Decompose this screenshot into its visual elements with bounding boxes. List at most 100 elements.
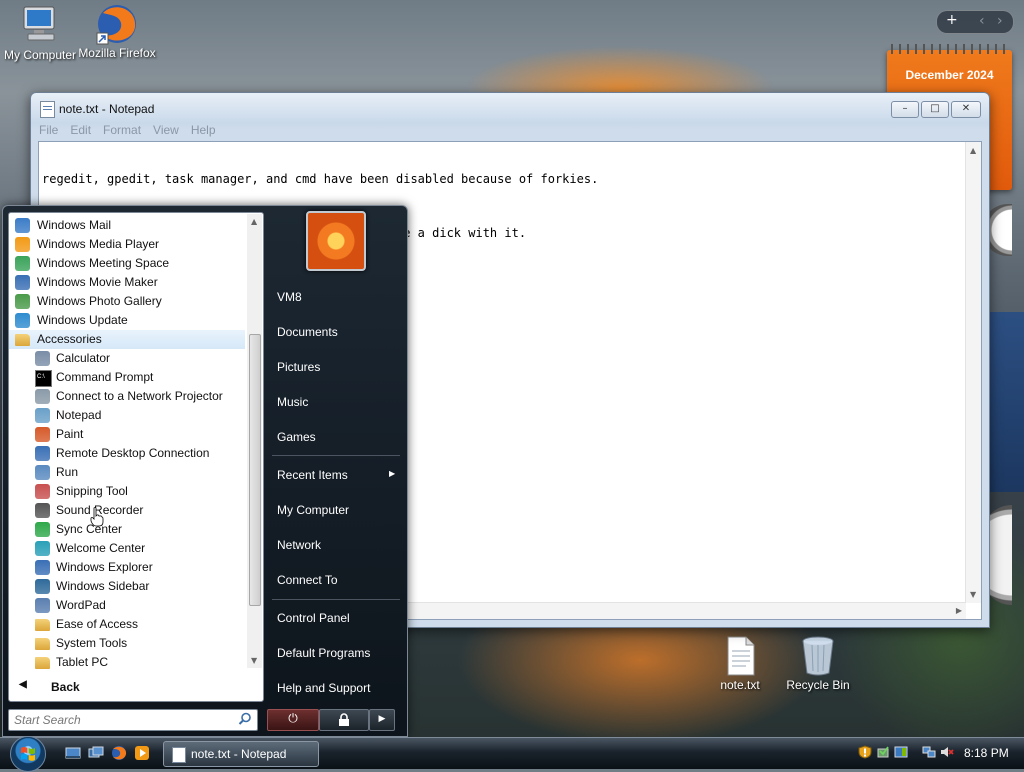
close-button[interactable]: ✕ — [951, 101, 981, 118]
maximize-button[interactable]: □ — [921, 101, 949, 118]
previous-page-button[interactable]: ‹ — [979, 13, 985, 29]
menu-format[interactable]: Format — [103, 123, 141, 137]
calendar-month: December 2024 — [905, 68, 994, 82]
program-item-label: Welcome Center — [56, 541, 146, 555]
windows-sidebar-tray-icon[interactable] — [894, 745, 908, 759]
program-item-remote-desktop-connection[interactable]: Remote Desktop Connection — [9, 444, 245, 463]
back-label: Back — [51, 680, 80, 694]
slideshow-gadget[interactable] — [988, 312, 1024, 492]
window-controls: – □ ✕ — [891, 101, 981, 118]
scroll-down-arrow-icon[interactable]: ▼ — [251, 656, 257, 665]
start-item-documents[interactable]: Documents — [277, 325, 338, 339]
user-picture-avatar[interactable] — [306, 211, 366, 271]
scroll-up-arrow-icon[interactable]: ▲ — [970, 146, 976, 155]
menu-edit[interactable]: Edit — [70, 123, 91, 137]
start-menu-right-pane: VM8 Documents Pictures Music Games Recen… — [266, 206, 406, 736]
notepad-icon — [35, 408, 50, 423]
vertical-scrollbar[interactable]: ▲ ▼ — [965, 142, 981, 603]
program-item-windows-media-player[interactable]: Windows Media Player — [9, 235, 245, 254]
start-item-network[interactable]: Network — [277, 538, 321, 552]
text-line: regedit, gpedit, task manager, and cmd h… — [42, 172, 599, 186]
firefox-icon — [95, 3, 139, 45]
power-icon: ⏻ — [288, 711, 298, 725]
lock-button[interactable] — [319, 709, 369, 731]
media-player-quicklaunch-icon[interactable] — [134, 745, 150, 761]
program-item-ease-of-access[interactable]: Ease of Access — [9, 615, 245, 634]
program-item-paint[interactable]: Paint — [9, 425, 245, 444]
recycle-bin-icon — [796, 635, 840, 676]
add-gadget-button[interactable]: + — [946, 12, 958, 28]
security-alert-icon[interactable] — [858, 745, 872, 759]
minimize-button[interactable]: – — [891, 101, 919, 118]
program-item-run[interactable]: Run — [9, 463, 245, 482]
start-search-input[interactable]: Start Search — [8, 709, 258, 731]
menu-help[interactable]: Help — [191, 123, 216, 137]
program-item-label: Windows Explorer — [56, 560, 153, 574]
separator — [272, 599, 400, 600]
network-icon[interactable] — [922, 745, 936, 759]
power-button[interactable]: ⏻ — [267, 709, 319, 731]
taskbar-button-notepad[interactable]: note.txt - Notepad — [163, 741, 319, 767]
program-item-sync-center[interactable]: Sync Center — [9, 520, 245, 539]
program-item-wordpad[interactable]: WordPad — [9, 596, 245, 615]
shutdown-options-button[interactable]: ▶ — [369, 709, 395, 731]
start-button[interactable] — [10, 736, 46, 772]
taskbar-clock[interactable]: 8:18 PM — [964, 746, 1009, 760]
program-item-system-tools[interactable]: System Tools — [9, 634, 245, 653]
program-item-sound-recorder[interactable]: Sound Recorder — [9, 501, 245, 520]
program-item-connect-to-a-network-projector[interactable]: Connect to a Network Projector — [9, 387, 245, 406]
back-button[interactable]: ◀ Back — [9, 677, 263, 697]
program-item-calculator[interactable]: Calculator — [9, 349, 245, 368]
menu-file[interactable]: File — [39, 123, 58, 137]
program-item-label: Ease of Access — [56, 617, 139, 631]
scroll-up-arrow-icon[interactable]: ▲ — [251, 217, 257, 226]
program-item-windows-update[interactable]: Windows Update — [9, 311, 245, 330]
desktop-icon-firefox[interactable]: Mozilla Firefox — [77, 3, 157, 60]
scrollbar-thumb[interactable] — [249, 334, 261, 606]
show-desktop-icon[interactable] — [65, 745, 81, 761]
snipping-tool-icon — [35, 484, 50, 499]
paint-icon — [35, 427, 50, 442]
program-item-label: Snipping Tool — [56, 484, 128, 498]
program-item-accessories[interactable]: Accessories — [9, 330, 245, 349]
calculator-icon — [35, 351, 50, 366]
scroll-down-arrow-icon[interactable]: ▼ — [970, 590, 976, 599]
start-item-user[interactable]: VM8 — [277, 290, 302, 304]
program-item-command-prompt[interactable]: Command Prompt — [9, 368, 245, 387]
start-menu: Windows Mail Windows Media Player Windows … — [2, 205, 408, 737]
start-item-pictures[interactable]: Pictures — [277, 360, 320, 374]
program-item-windows-sidebar[interactable]: Windows Sidebar — [9, 577, 245, 596]
desktop-icon-my-computer[interactable]: My Computer — [0, 5, 80, 62]
switch-windows-icon[interactable] — [88, 745, 104, 761]
program-item-welcome-center[interactable]: Welcome Center — [9, 539, 245, 558]
safely-remove-hardware-icon[interactable] — [876, 745, 890, 759]
start-item-help-and-support[interactable]: Help and Support — [277, 681, 370, 695]
program-item-tablet-pc[interactable]: Tablet PC — [9, 653, 245, 672]
volume-muted-icon[interactable] — [940, 745, 954, 759]
program-list-scrollbar[interactable]: ▲ ▼ — [247, 214, 262, 668]
program-item-snipping-tool[interactable]: Snipping Tool — [9, 482, 245, 501]
program-item-windows-meeting-space[interactable]: Windows Meeting Space — [9, 254, 245, 273]
scroll-right-arrow-icon[interactable]: ▶ — [956, 606, 962, 615]
start-item-connect-to[interactable]: Connect To — [277, 573, 338, 587]
start-item-control-panel[interactable]: Control Panel — [277, 611, 350, 625]
hand-cursor-icon — [90, 507, 104, 527]
next-page-button[interactable]: › — [997, 13, 1003, 29]
program-item-label: Windows Movie Maker — [37, 275, 158, 289]
start-item-default-programs[interactable]: Default Programs — [277, 646, 370, 660]
program-item-notepad[interactable]: Notepad — [9, 406, 245, 425]
menu-view[interactable]: View — [153, 123, 179, 137]
program-item-windows-movie-maker[interactable]: Windows Movie Maker — [9, 273, 245, 292]
notification-area: 8:18 PM — [852, 738, 1024, 769]
firefox-quicklaunch-icon[interactable] — [111, 745, 127, 761]
desktop-icon-recycle-bin[interactable]: Recycle Bin — [778, 635, 858, 692]
start-item-recent-items[interactable]: Recent Items — [277, 468, 395, 482]
desktop-icon-note-txt[interactable]: note.txt — [700, 635, 780, 692]
program-item-windows-explorer[interactable]: Windows Explorer — [9, 558, 245, 577]
start-item-games[interactable]: Games — [277, 430, 316, 444]
start-item-my-computer[interactable]: My Computer — [277, 503, 349, 517]
program-item-windows-mail[interactable]: Windows Mail — [9, 216, 245, 235]
program-item-windows-photo-gallery[interactable]: Windows Photo Gallery — [9, 292, 245, 311]
start-item-music[interactable]: Music — [277, 395, 308, 409]
explorer-icon — [35, 560, 50, 575]
